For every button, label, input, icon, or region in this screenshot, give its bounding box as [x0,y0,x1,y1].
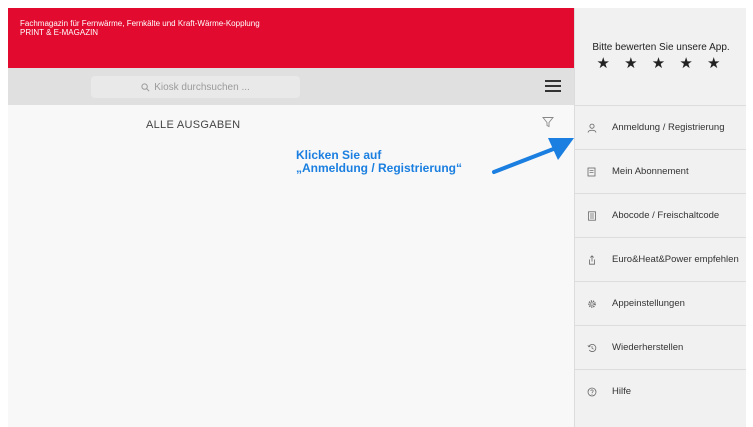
search-placeholder: Kiosk durchsuchen ... [154,81,250,93]
menu-item-appeinstellungen[interactable]: Appeinstellungen [575,281,746,325]
menu-item-label: Hilfe [612,386,632,397]
search-input[interactable]: Kiosk durchsuchen ... [91,76,300,98]
menu-item-hilfe[interactable]: Hilfe [575,369,746,413]
rate-label: Bitte bewerten Sie unsere App. [592,42,730,53]
subscription-icon [587,167,597,177]
menu-item-label: Euro&Heat&Power empfehlen [612,254,739,265]
hamburger-icon [545,80,561,82]
section-title: ALLE AUSGABEN [146,119,241,131]
restore-icon [587,343,597,353]
menu-item-anmeldung[interactable]: Anmeldung / Registrierung [575,105,746,149]
instruction-callout: Klicken Sie auf „Anmeldung / Registrieru… [296,149,462,175]
kiosk-panel: Fachmagazin für Fernwärme, Fernkälte und… [8,8,574,427]
menu-item-label: Abocode / Freischaltcode [612,210,720,221]
filter-icon[interactable] [542,116,554,128]
rate-app[interactable]: Bitte bewerten Sie unsere App. ★ ★ ★ ★ ★ [575,8,746,105]
user-icon [587,123,597,133]
share-icon [587,254,597,265]
menu-item-label: Appeinstellungen [612,298,685,309]
side-menu: Bitte bewerten Sie unsere App. ★ ★ ★ ★ ★… [574,8,746,427]
help-icon [587,387,597,397]
search-bar: Kiosk durchsuchen ... [8,68,574,105]
pointer-arrow-icon [492,138,574,174]
menu-item-empfehlen[interactable]: Euro&Heat&Power empfehlen [575,237,746,281]
rating-stars[interactable]: ★ ★ ★ ★ ★ [575,54,746,72]
header-subtitle: Fachmagazin für Fernwärme, Fernkälte und… [20,19,260,28]
search-icon [141,82,150,91]
header: Fachmagazin für Fernwärme, Fernkälte und… [8,8,574,68]
menu-item-abocode[interactable]: Abocode / Freischaltcode [575,193,746,237]
side-menu-list: Anmeldung / Registrierung Mein Abonnemen… [575,105,746,413]
header-tagline: PRINT & E-MAGAZIN [20,28,99,37]
menu-item-wiederherstellen[interactable]: Wiederherstellen [575,325,746,369]
callout-line-2: „Anmeldung / Registrierung“ [296,161,463,175]
menu-item-abonnement[interactable]: Mein Abonnement [575,149,746,193]
menu-item-label: Mein Abonnement [612,166,689,177]
menu-button[interactable] [545,80,561,93]
gear-icon [587,299,597,309]
menu-item-label: Wiederherstellen [612,342,684,353]
app-window: Fachmagazin für Fernwärme, Fernkälte und… [8,8,746,427]
code-icon [587,210,597,221]
menu-item-label: Anmeldung / Registrierung [612,122,725,133]
